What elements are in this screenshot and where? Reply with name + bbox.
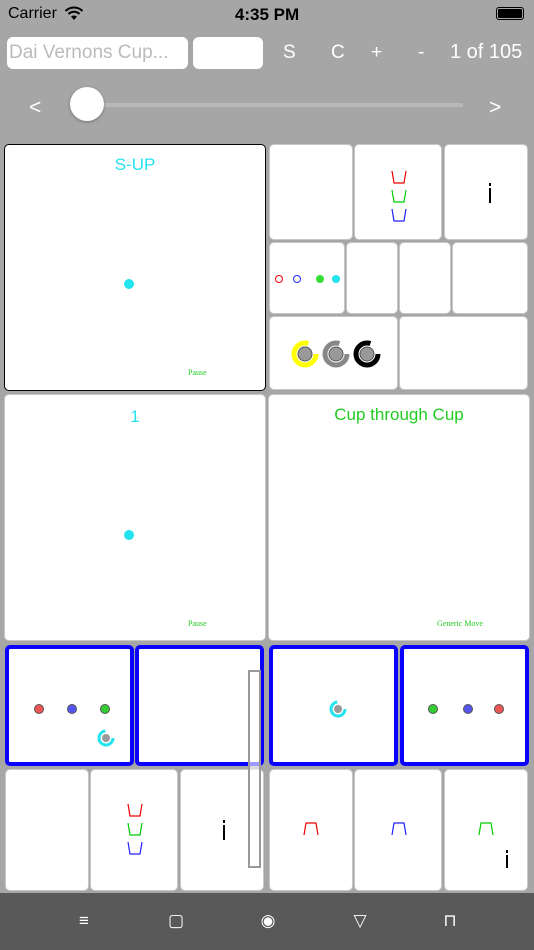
blue-ball-icon <box>293 275 301 283</box>
clock: 4:35 PM <box>234 5 300 24</box>
c-button[interactable]: C <box>331 42 345 64</box>
cyan-ring-icon <box>97 729 115 747</box>
cup-stack-icon <box>391 170 407 222</box>
ring-cell[interactable] <box>269 645 398 766</box>
cyan-ball-icon <box>332 275 340 283</box>
page-counter: 1 of 105 <box>450 41 523 63</box>
dots-cell[interactable] <box>269 242 345 314</box>
move-panel[interactable]: Cup through Cup Generic Move <box>268 394 530 641</box>
step-panel[interactable]: 1 Pause <box>4 394 266 641</box>
cyan-dot <box>124 279 134 289</box>
scroll-handle[interactable] <box>248 670 261 868</box>
grid-cell-empty[interactable] <box>346 242 398 314</box>
slider-track[interactable] <box>87 103 463 107</box>
blue-ball-icon <box>463 704 473 714</box>
title-field-text: Dai Vernons Cup... <box>9 42 169 63</box>
grid-cell-empty[interactable] <box>269 144 353 240</box>
blue-cell-empty[interactable] <box>135 645 264 766</box>
blue-cup-cell[interactable] <box>354 769 442 891</box>
title-field[interactable]: Dai Vernons Cup... <box>7 37 188 69</box>
battery-icon <box>496 7 524 20</box>
wand-cell[interactable] <box>444 144 528 240</box>
move-title: Cup through Cup <box>334 405 464 424</box>
red-ball-icon <box>34 704 44 714</box>
grid-cell-empty[interactable] <box>399 242 451 314</box>
square-icon[interactable]: ▢ <box>164 911 188 931</box>
green-ball-icon <box>428 704 438 714</box>
circle-icon[interactable]: ◉ <box>256 911 280 931</box>
slider-thumb[interactable] <box>70 87 104 121</box>
wand-icon <box>489 183 491 203</box>
secondary-field[interactable] <box>193 37 263 69</box>
plus-button[interactable]: + <box>371 42 382 64</box>
s-button[interactable]: S <box>283 42 296 64</box>
cyan-ring-icon <box>329 700 347 718</box>
cups-stack-cell[interactable] <box>90 769 178 891</box>
green-ball-icon <box>100 704 110 714</box>
grid-cell-empty[interactable] <box>399 316 528 390</box>
red-ball-icon <box>275 275 283 283</box>
green-cup-cell[interactable] <box>444 769 528 891</box>
sup-panel[interactable]: S-UP Pause <box>4 144 266 391</box>
wand-icon <box>506 850 508 868</box>
step-footer: Pause <box>188 619 207 628</box>
cup-icon[interactable]: ⊓ <box>438 911 462 931</box>
bottom-nav: ≡ ▢ ◉ ▽ ⊓ <box>0 893 534 950</box>
red-cup-cell[interactable] <box>269 769 353 891</box>
blue-cup-icon <box>391 822 407 836</box>
rings-cell[interactable] <box>269 316 398 390</box>
step-title: 1 <box>130 407 140 426</box>
cup-stack-icon <box>127 803 143 855</box>
cyan-dot <box>124 530 134 540</box>
minus-button[interactable]: - <box>418 42 424 64</box>
wand-icon <box>223 820 225 840</box>
blue-ball-icon <box>67 704 77 714</box>
menu-icon[interactable]: ≡ <box>72 911 96 931</box>
triangle-icon[interactable]: ▽ <box>348 911 372 931</box>
move-footer: Generic Move <box>437 619 483 628</box>
green-cup-icon <box>478 822 494 836</box>
status-bar: Carrier 4:35 PM <box>0 0 534 30</box>
prev-button[interactable]: < <box>29 96 41 120</box>
red-cup-icon <box>303 822 319 836</box>
grid-cell-empty[interactable] <box>452 242 528 314</box>
balls-cell-reversed[interactable] <box>400 645 529 766</box>
next-button[interactable]: > <box>489 96 501 120</box>
sup-footer: Pause <box>188 368 207 377</box>
sup-title: S-UP <box>114 155 156 174</box>
balls-cell[interactable] <box>5 645 134 766</box>
green-ball-icon <box>316 275 324 283</box>
cups-stack-cell[interactable] <box>354 144 442 240</box>
red-ball-icon <box>494 704 504 714</box>
rings-icon <box>291 340 381 368</box>
grid-cell-empty[interactable] <box>5 769 89 891</box>
